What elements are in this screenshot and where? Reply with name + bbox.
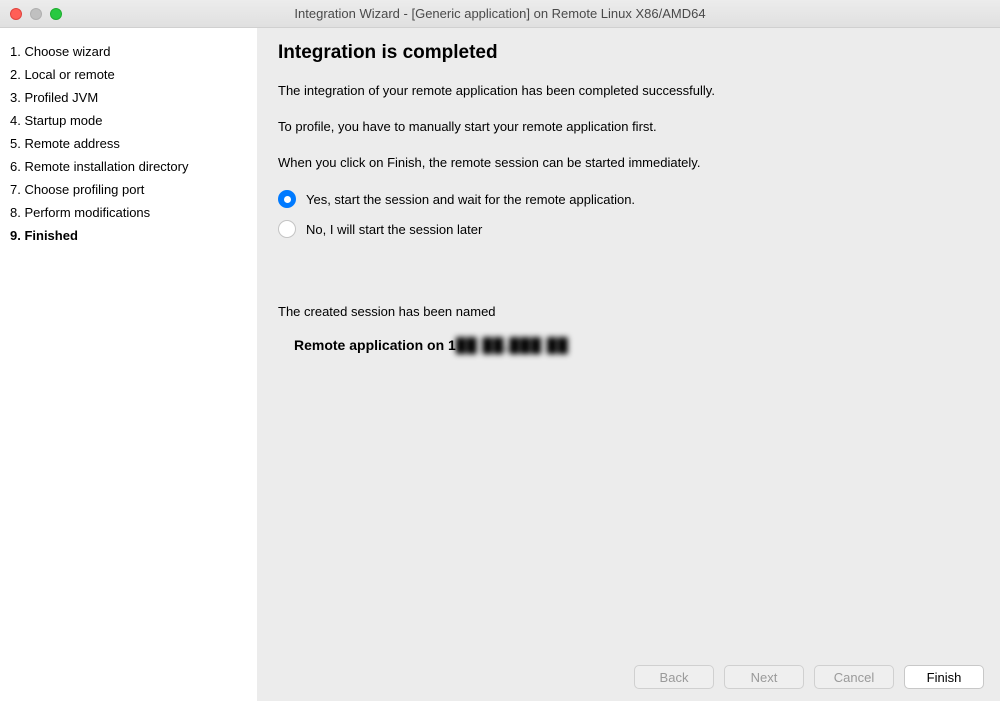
content-main: Integration is completed The integration… (258, 28, 1000, 653)
radio-row-yes[interactable]: Yes, start the session and wait for the … (278, 190, 980, 208)
content-pane: Integration is completed The integration… (258, 28, 1000, 701)
next-button[interactable]: Next (724, 665, 804, 689)
intro-text-1: The integration of your remote applicati… (278, 82, 980, 100)
sidebar-item-local-or-remote[interactable]: 2. Local or remote (10, 63, 249, 86)
window-body: 1. Choose wizard 2. Local or remote 3. P… (0, 28, 1000, 701)
radio-icon[interactable] (278, 220, 296, 238)
radio-row-no[interactable]: No, I will start the session later (278, 220, 980, 238)
session-created-label: The created session has been named (278, 304, 980, 319)
minimize-icon[interactable] (30, 8, 42, 20)
sidebar-item-finished[interactable]: 9. Finished (10, 224, 249, 247)
sidebar-item-remote-address[interactable]: 5. Remote address (10, 132, 249, 155)
radio-icon[interactable] (278, 190, 296, 208)
sidebar-item-startup-mode[interactable]: 4. Startup mode (10, 109, 249, 132)
back-button[interactable]: Back (634, 665, 714, 689)
titlebar: Integration Wizard - [Generic applicatio… (0, 0, 1000, 28)
radio-label-yes: Yes, start the session and wait for the … (306, 192, 635, 207)
start-session-radio-group: Yes, start the session and wait for the … (278, 190, 980, 238)
sidebar-item-choose-profiling-port[interactable]: 7. Choose profiling port (10, 178, 249, 201)
footer-buttons: Back Next Cancel Finish (258, 653, 1000, 701)
session-name: Remote application on 1██ ██.███ ██ (294, 337, 980, 353)
radio-label-no: No, I will start the session later (306, 222, 482, 237)
window-controls (10, 8, 62, 20)
cancel-button[interactable]: Cancel (814, 665, 894, 689)
page-heading: Integration is completed (278, 42, 980, 64)
intro-text-2: To profile, you have to manually start y… (278, 118, 980, 136)
sidebar-item-remote-installation-directory[interactable]: 6. Remote installation directory (10, 155, 249, 178)
sidebar-item-profiled-jvm[interactable]: 3. Profiled JVM (10, 86, 249, 109)
close-icon[interactable] (10, 8, 22, 20)
session-name-prefix: Remote application on 1 (294, 337, 456, 353)
window-title: Integration Wizard - [Generic applicatio… (0, 6, 1000, 21)
sidebar-item-perform-modifications[interactable]: 8. Perform modifications (10, 201, 249, 224)
maximize-icon[interactable] (50, 8, 62, 20)
finish-button[interactable]: Finish (904, 665, 984, 689)
wizard-steps-sidebar: 1. Choose wizard 2. Local or remote 3. P… (0, 28, 258, 701)
intro-text-3: When you click on Finish, the remote ses… (278, 154, 980, 172)
session-name-masked: ██ ██.███ ██ (456, 337, 569, 353)
sidebar-item-choose-wizard[interactable]: 1. Choose wizard (10, 40, 249, 63)
